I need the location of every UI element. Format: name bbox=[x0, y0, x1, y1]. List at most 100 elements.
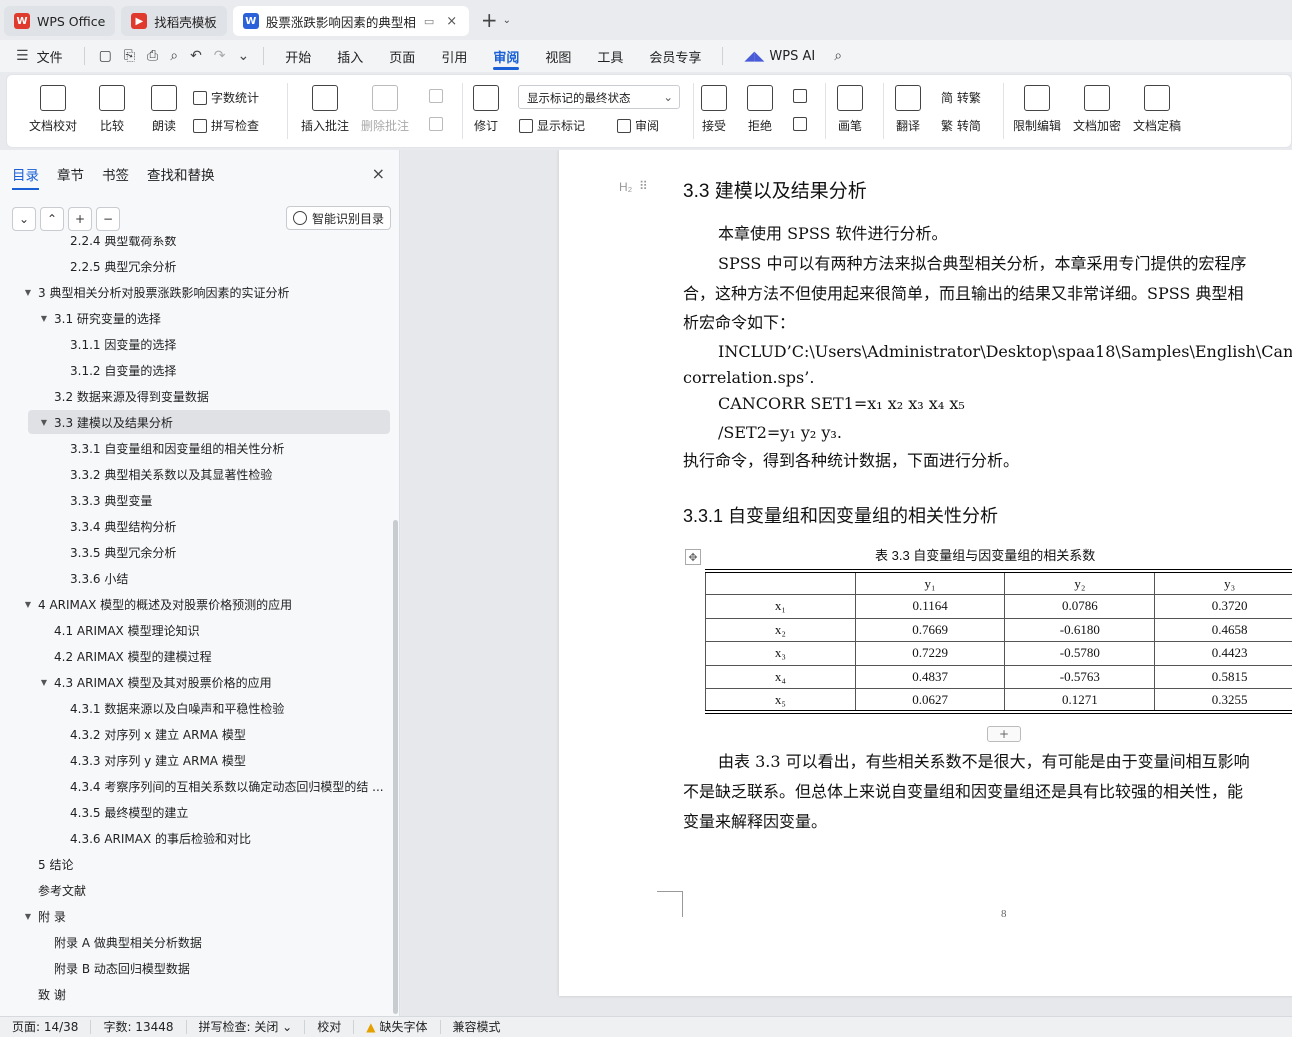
new-tab-button[interactable]: + bbox=[481, 8, 498, 32]
to-traditional-button[interactable]: 简 转繁 bbox=[941, 89, 981, 106]
read-aloud-button[interactable]: 朗读 bbox=[151, 85, 177, 134]
toc-item[interactable]: ▼ 4 ARIMAX 模型的概述及对股票价格预测的应用 bbox=[22, 592, 292, 616]
tab-bookmark[interactable]: 书签 bbox=[102, 164, 129, 190]
toc-item[interactable]: 参考文献 bbox=[22, 878, 86, 902]
collapse-all-button[interactable]: ⌃ bbox=[40, 207, 64, 231]
menu-insert[interactable]: 插入 bbox=[324, 40, 376, 72]
review-pane-button[interactable]: 审阅 bbox=[617, 117, 659, 134]
table-cell[interactable]: x₄ bbox=[705, 664, 856, 689]
show-markup-button[interactable]: 显示标记 bbox=[519, 117, 585, 134]
menu-page[interactable]: 页面 bbox=[376, 40, 428, 72]
print-icon[interactable]: ⎙ bbox=[141, 48, 164, 64]
search-icon[interactable]: ⌕ bbox=[828, 48, 848, 64]
toc-item[interactable]: 4.2 ARIMAX 模型的建模过程 bbox=[38, 644, 212, 668]
table-cell[interactable]: 0.1164 bbox=[854, 594, 1006, 619]
doc-check-button[interactable]: 文档校对 bbox=[29, 85, 77, 134]
tab-chapter[interactable]: 章节 bbox=[57, 164, 84, 190]
drag-handle-icon[interactable]: ⠿ bbox=[639, 179, 648, 193]
smart-toc-button[interactable]: 智能识别目录 bbox=[286, 206, 392, 230]
expand-triangle-icon[interactable]: ▼ bbox=[38, 678, 50, 687]
prev-comment-button[interactable] bbox=[429, 89, 447, 103]
accept-button[interactable]: 接受 bbox=[701, 85, 727, 134]
toc-item[interactable]: 3.2 数据来源及得到变量数据 bbox=[38, 384, 209, 408]
toc-item[interactable]: 3.3.3 典型变量 bbox=[54, 488, 152, 512]
toc-item[interactable]: 4.3.2 对序列 x 建立 ARMA 模型 bbox=[54, 722, 246, 746]
table-move-handle-icon[interactable]: ✥ bbox=[685, 549, 701, 565]
toc-item[interactable]: 3.1.1 因变量的选择 bbox=[54, 332, 176, 356]
compare-button[interactable]: 比较 bbox=[99, 85, 125, 134]
toc-item[interactable]: 3.1.2 自变量的选择 bbox=[54, 358, 176, 382]
table-cell[interactable]: -0.5780 bbox=[1004, 641, 1156, 666]
toc-item[interactable]: 4.3.5 最终模型的建立 bbox=[54, 800, 188, 824]
toc-item[interactable]: 2.2.5 典型冗余分析 bbox=[54, 254, 176, 278]
export-icon[interactable]: ⎘ bbox=[118, 48, 141, 64]
table-cell[interactable]: y₂ bbox=[1004, 570, 1156, 595]
track-changes-button[interactable]: 修订 bbox=[473, 85, 499, 134]
add-heading-button[interactable]: + bbox=[68, 207, 92, 231]
next-comment-button[interactable] bbox=[429, 117, 447, 131]
chevron-down-icon[interactable]: ⌄ bbox=[503, 15, 511, 26]
pen-button[interactable]: 画笔 bbox=[837, 85, 863, 134]
tab-template[interactable]: ▶ 找稻壳模板 bbox=[121, 6, 227, 36]
toc-item[interactable]: 附录 A 做典型相关分析数据 bbox=[38, 930, 202, 954]
chevron-down-icon[interactable]: ⌄ bbox=[232, 48, 256, 64]
tab-toc[interactable]: 目录 bbox=[12, 164, 39, 190]
toc-item[interactable]: 3.3.5 典型冗余分析 bbox=[54, 540, 176, 564]
toc-item[interactable]: 5 结论 bbox=[22, 852, 73, 876]
table-cell[interactable]: 0.0786 bbox=[1004, 594, 1156, 619]
restrict-edit-button[interactable]: 限制编辑 bbox=[1013, 85, 1061, 134]
word-count-button[interactable]: 字数统计 bbox=[193, 89, 259, 106]
table-cell[interactable]: x₂ bbox=[705, 617, 856, 642]
toc-item[interactable]: 3.3.4 典型结构分析 bbox=[54, 514, 176, 538]
toc-item[interactable]: 3.3.2 典型相关系数以及其显著性检验 bbox=[54, 462, 272, 486]
expand-triangle-icon[interactable]: ▼ bbox=[22, 288, 34, 297]
markup-state-select[interactable]: 显示标记的最终状态 ⌄ bbox=[518, 85, 680, 109]
expand-triangle-icon[interactable]: ▼ bbox=[22, 912, 34, 921]
expand-triangle-icon[interactable]: ▼ bbox=[38, 314, 50, 323]
encrypt-button[interactable]: 文档加密 bbox=[1073, 85, 1121, 134]
hamburger-icon[interactable]: ☰ bbox=[0, 48, 35, 64]
table-cell[interactable]: 0.3720 bbox=[1154, 594, 1292, 619]
table-cell[interactable]: -0.5763 bbox=[1004, 664, 1156, 689]
document-page[interactable]: H₂ ⠿ 3.3 建模以及结果分析 本章使用 SPSS 软件进行分析。 SPSS… bbox=[559, 150, 1292, 996]
table-cell[interactable]: 0.5815 bbox=[1154, 664, 1292, 689]
missing-font-status[interactable]: ▲ 缺失字体 bbox=[354, 1020, 441, 1034]
tab-wps-office[interactable]: W WPS Office bbox=[4, 6, 116, 36]
table-cell[interactable]: 0.0627 bbox=[854, 688, 1006, 713]
spell-check-button[interactable]: 拼写检查 bbox=[193, 117, 259, 134]
toc-item[interactable]: ▼ 附 录 bbox=[22, 904, 66, 928]
table-cell[interactable]: 0.7229 bbox=[854, 641, 1006, 666]
toc-scrollbar[interactable] bbox=[393, 520, 398, 1014]
undo-icon[interactable]: ↶ bbox=[184, 48, 208, 64]
monitor-icon[interactable]: ▭ bbox=[424, 15, 434, 28]
toc-item[interactable]: ▼ 3.1 研究变量的选择 bbox=[38, 306, 161, 330]
toc-item[interactable]: 4.3.1 数据来源以及白噪声和平稳性检验 bbox=[54, 696, 284, 720]
heading-level-marker[interactable]: H₂ bbox=[619, 180, 632, 194]
menu-review[interactable]: 审阅 bbox=[480, 40, 532, 72]
close-pane-icon[interactable]: × bbox=[372, 164, 385, 183]
close-tab-icon[interactable]: × bbox=[446, 14, 457, 29]
next-change-button[interactable] bbox=[793, 117, 811, 131]
expand-triangle-icon[interactable]: ▼ bbox=[38, 418, 50, 427]
spell-check-status[interactable]: 拼写检查: 关闭 ⌄ bbox=[187, 1020, 306, 1034]
table-cell[interactable]: 0.7669 bbox=[854, 617, 1006, 642]
toc-item[interactable]: 3.3.6 小结 bbox=[54, 566, 128, 590]
table-cell[interactable]: 0.4423 bbox=[1154, 641, 1292, 666]
menu-file[interactable]: 文件 bbox=[35, 40, 76, 72]
toc-item[interactable]: 4.3.6 ARIMAX 的事后检验和对比 bbox=[54, 826, 251, 850]
word-count[interactable]: 字数: 13448 bbox=[91, 1020, 187, 1034]
save-icon[interactable]: ▢ bbox=[93, 48, 118, 64]
menu-member[interactable]: 会员专享 bbox=[636, 40, 714, 72]
toc-item[interactable]: 3.3.1 自变量组和因变量组的相关性分析 bbox=[54, 436, 284, 460]
table-cell[interactable]: y₃ bbox=[1154, 570, 1292, 595]
toc-item[interactable]: 4.3.4 考察序列间的互相关系数以确定动态回归模型的结 ... bbox=[54, 774, 384, 798]
print-preview-icon[interactable]: ⌕ bbox=[164, 48, 184, 64]
expand-triangle-icon[interactable]: ▼ bbox=[22, 600, 34, 609]
toc-item[interactable]: 附录 B 动态回归模型数据 bbox=[38, 956, 190, 980]
delete-comment-button[interactable]: 删除批注 bbox=[361, 85, 409, 134]
tab-document[interactable]: W 股票涨跌影响因素的典型相关 ▭ × bbox=[232, 6, 469, 36]
menu-tools[interactable]: 工具 bbox=[584, 40, 636, 72]
menu-view[interactable]: 视图 bbox=[532, 40, 584, 72]
prev-change-button[interactable] bbox=[793, 89, 811, 103]
expand-all-button[interactable]: ⌄ bbox=[12, 207, 36, 231]
